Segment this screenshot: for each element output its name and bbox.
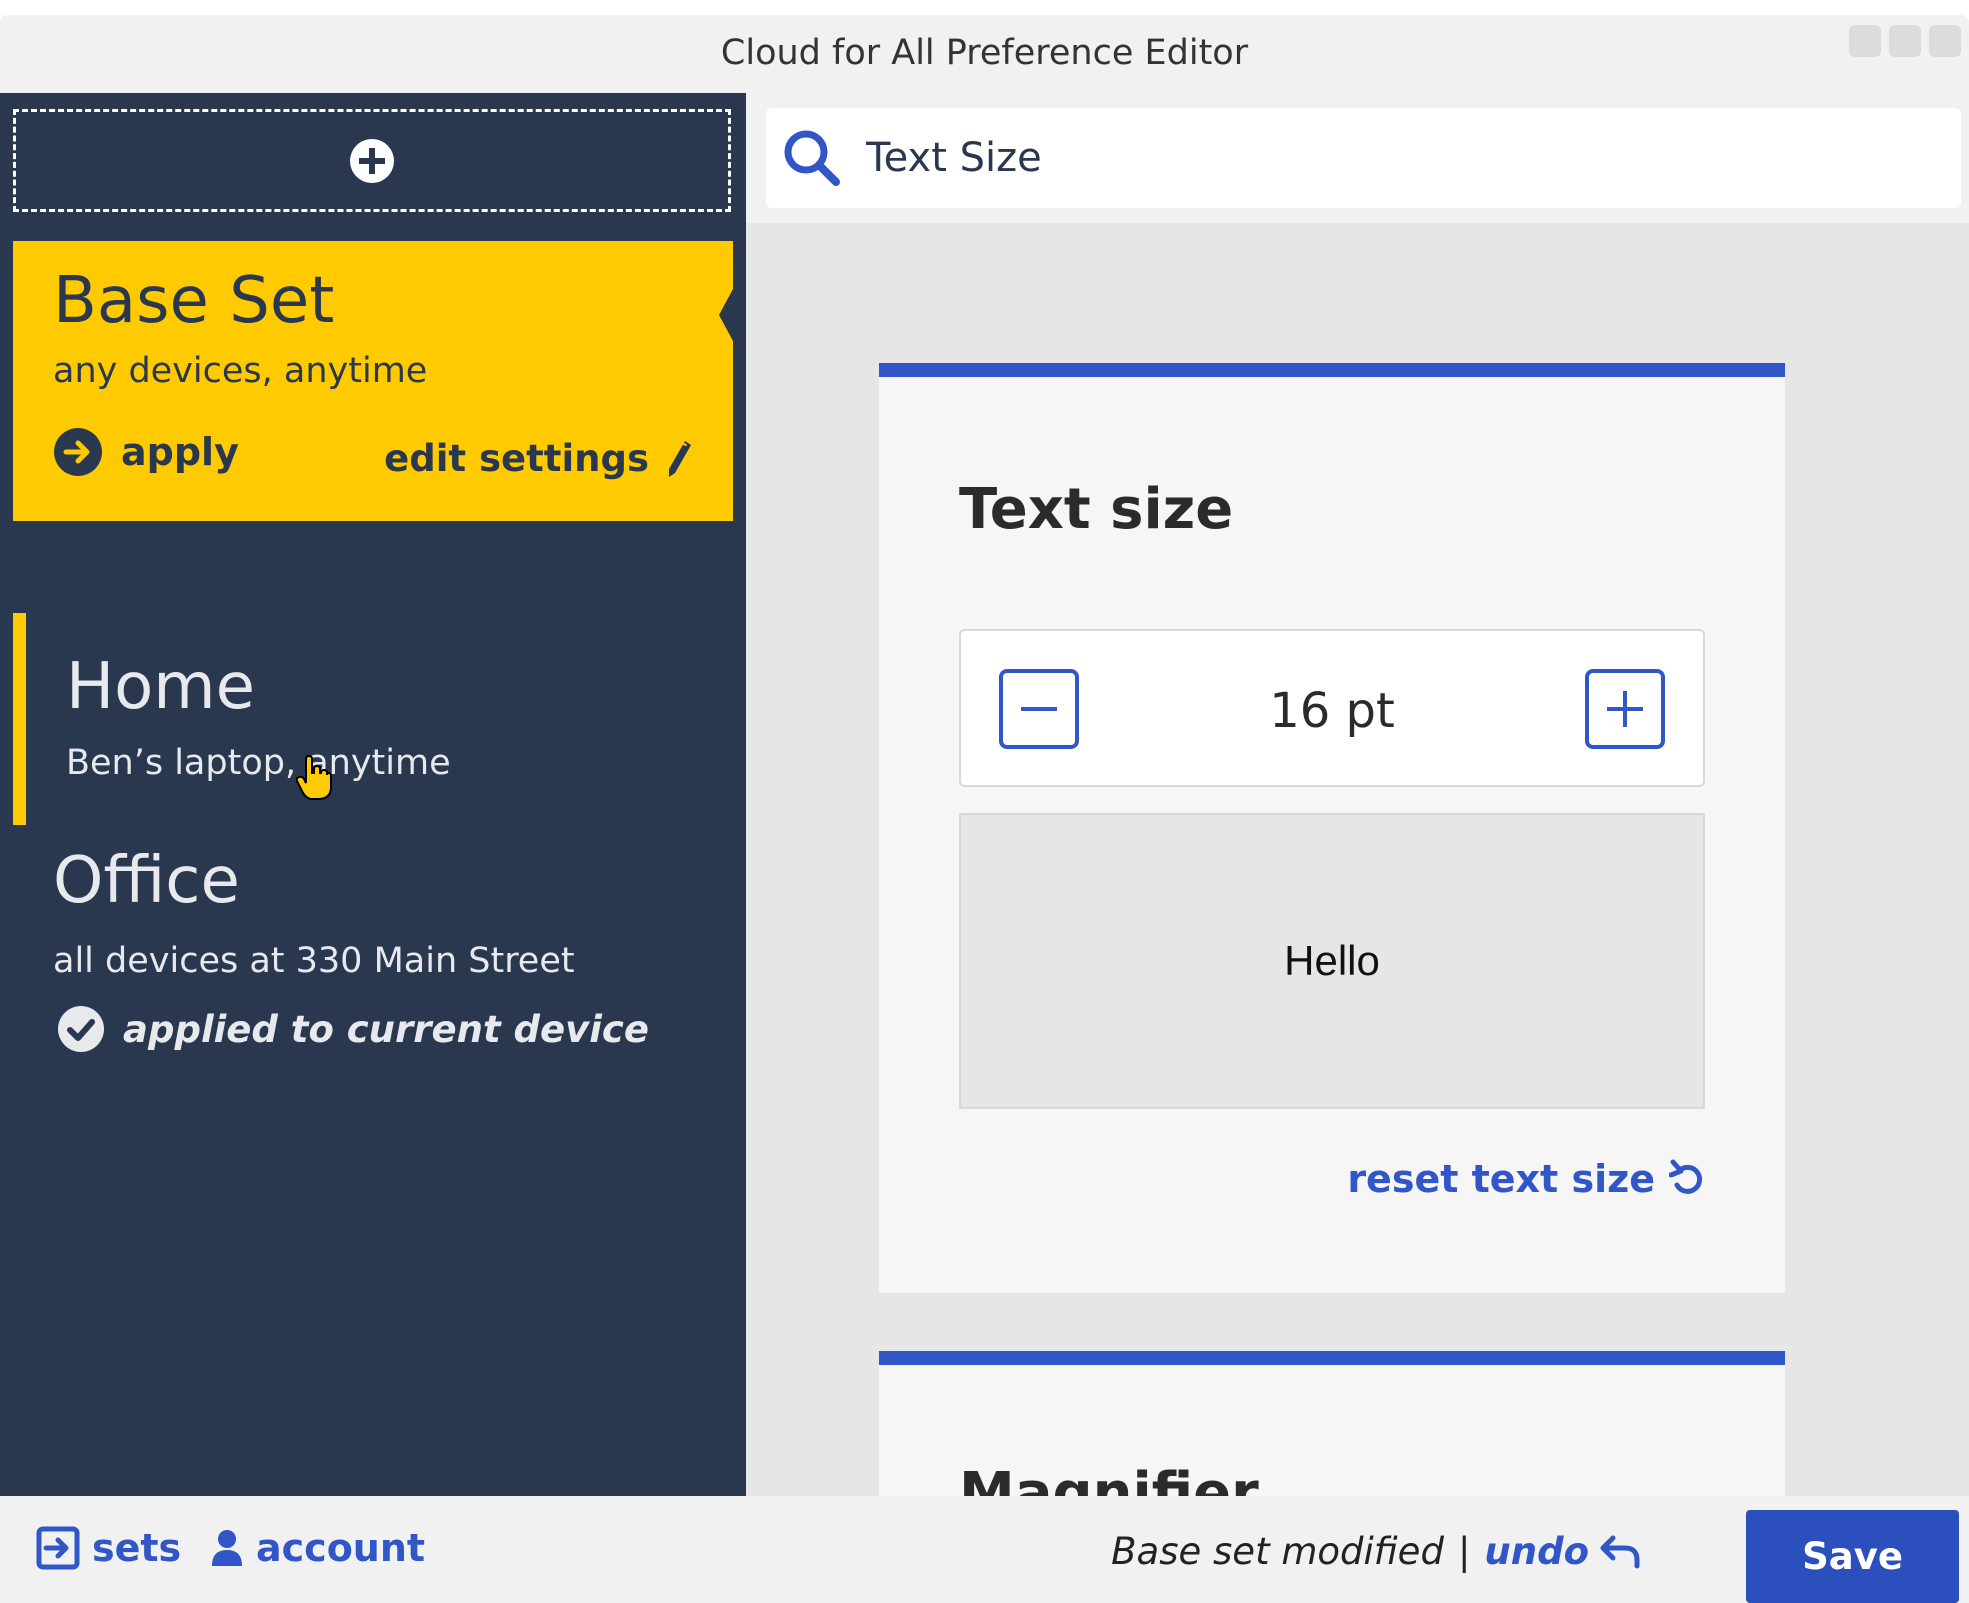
applied-status-label: applied to current device — [123, 1007, 649, 1051]
search-box[interactable] — [766, 108, 1961, 208]
set-name: Home — [66, 650, 255, 724]
search-icon — [784, 130, 840, 186]
footer-bar: sets account Base set modified | undo Sa… — [0, 1496, 1969, 1603]
arrow-right-circle-icon — [54, 428, 102, 476]
set-description: any devices, anytime — [53, 351, 428, 391]
text-size-panel: Text size 16 pt Hello reset text size — [879, 363, 1785, 1293]
reset-label: reset text size — [1347, 1157, 1655, 1201]
text-size-preview: Hello — [959, 813, 1705, 1109]
panel-title: Magnifier — [959, 1461, 1259, 1496]
set-description: Ben’s laptop, anytime — [66, 743, 451, 783]
modification-status: Base set modified | undo — [1111, 1530, 1641, 1573]
text-size-stepper: 16 pt — [959, 629, 1705, 787]
search-input[interactable] — [864, 134, 1918, 182]
set-card-home[interactable]: Home Ben’s laptop, anytime — [13, 613, 733, 825]
sets-label: sets — [92, 1526, 182, 1570]
account-link[interactable]: account — [210, 1526, 425, 1570]
reset-icon — [1669, 1159, 1703, 1194]
reset-text-size-button[interactable]: reset text size — [1347, 1157, 1705, 1201]
undo-label: undo — [1484, 1530, 1589, 1573]
plus-circle-icon — [350, 138, 394, 183]
status-separator: | — [1457, 1530, 1471, 1573]
undo-icon — [1600, 1535, 1640, 1568]
set-card-office[interactable]: Office all devices at 330 Main Street ap… — [13, 849, 733, 1079]
window-minimize-button[interactable] — [1849, 25, 1881, 57]
set-card-base[interactable]: Base Set any devices, anytime apply edit… — [13, 241, 733, 521]
status-text: Base set modified — [1111, 1530, 1444, 1573]
sets-sidebar: Base Set any devices, anytime apply edit… — [0, 93, 746, 1496]
sets-link[interactable]: sets — [36, 1526, 181, 1570]
user-icon — [212, 1530, 242, 1566]
save-button[interactable]: Save — [1746, 1510, 1959, 1603]
window-title: Cloud for All Preference Editor — [720, 33, 1249, 73]
hand-pointer-icon — [296, 755, 332, 800]
pencil-icon — [669, 440, 691, 477]
account-label: account — [256, 1526, 426, 1570]
panel-title: Text size — [959, 477, 1234, 542]
app-window: Cloud for All Preference Editor Base Set… — [0, 15, 1969, 1603]
magnifier-panel: Magnifier — [879, 1351, 1785, 1496]
apply-label: apply — [121, 430, 239, 474]
plus-icon — [1607, 691, 1643, 727]
set-description: all devices at 330 Main Street — [53, 941, 575, 981]
title-bar: Cloud for All Preference Editor — [0, 15, 1969, 93]
applied-status: applied to current device — [57, 1005, 649, 1053]
edit-settings-button[interactable]: edit settings — [384, 437, 693, 480]
check-circle-icon — [58, 1006, 104, 1052]
window-close-button[interactable] — [1929, 25, 1961, 57]
set-name: Office — [53, 844, 240, 918]
apply-set-button[interactable]: apply — [53, 427, 239, 477]
window-controls — [1849, 25, 1961, 57]
add-set-button[interactable] — [13, 109, 731, 212]
main-content: Text size 16 pt Hello reset text size — [746, 93, 1969, 1496]
undo-button[interactable]: undo — [1484, 1530, 1641, 1573]
set-name: Base Set — [53, 264, 335, 338]
edit-settings-label: edit settings — [384, 437, 649, 480]
sets-icon — [36, 1526, 80, 1570]
window-maximize-button[interactable] — [1889, 25, 1921, 57]
increase-text-size-button[interactable] — [1585, 669, 1665, 749]
